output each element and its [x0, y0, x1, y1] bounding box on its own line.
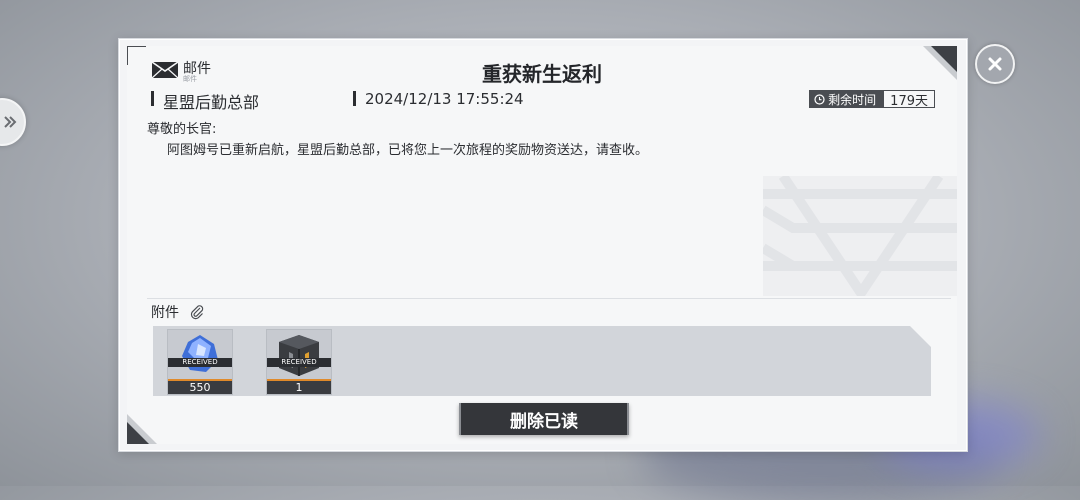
attachment-item[interactable]: RECEIVED 1	[266, 329, 332, 395]
corner-decoration	[948, 435, 957, 444]
background-watermark	[763, 176, 957, 296]
timer-label: 剩余时间	[828, 92, 877, 107]
close-icon	[988, 57, 1002, 71]
close-button[interactable]	[975, 44, 1015, 84]
clock-icon	[814, 93, 825, 105]
received-badge: RECEIVED	[168, 358, 232, 367]
attachments-label: 附件	[151, 305, 179, 321]
attachments-list: RECEIVED 550 RECEIVED 1	[153, 326, 932, 396]
sent-date: 2024/12/13 17:55:24	[365, 90, 524, 108]
mail-panel: 邮件 邮件 重获新生返利 星盟后勤总部 2024/12/13 17:55:24 …	[118, 38, 968, 452]
received-badge: RECEIVED	[267, 358, 331, 367]
corner-decoration	[127, 422, 149, 444]
double-chevron-right-icon	[4, 116, 17, 128]
greeting: 尊敬的长官:	[147, 122, 217, 137]
blue-crystal-icon	[168, 330, 232, 380]
paperclip-icon	[190, 305, 204, 320]
date-marker	[353, 91, 356, 106]
attachment-item[interactable]: RECEIVED 550	[167, 329, 233, 395]
armor-box-icon	[267, 330, 331, 380]
sender-name: 星盟后勤总部	[163, 93, 260, 112]
timer-value: 179天	[884, 91, 934, 109]
delete-read-button[interactable]: 删除已读	[459, 403, 629, 435]
section-divider	[147, 298, 951, 299]
mail-title: 重获新生返利	[482, 62, 602, 86]
side-expand-button[interactable]	[0, 98, 26, 146]
sender-marker	[151, 91, 154, 106]
item-count: 550	[168, 381, 232, 394]
message-body: 阿图姆号已重新启航，星盟后勤总部，已将您上一次旅程的奖励物资送达，请查收。	[167, 143, 649, 158]
expiry-timer: 剩余时间 179天	[809, 90, 935, 109]
mail-content: 邮件 邮件 重获新生返利 星盟后勤总部 2024/12/13 17:55:24 …	[127, 46, 957, 444]
item-count: 1	[267, 381, 331, 394]
